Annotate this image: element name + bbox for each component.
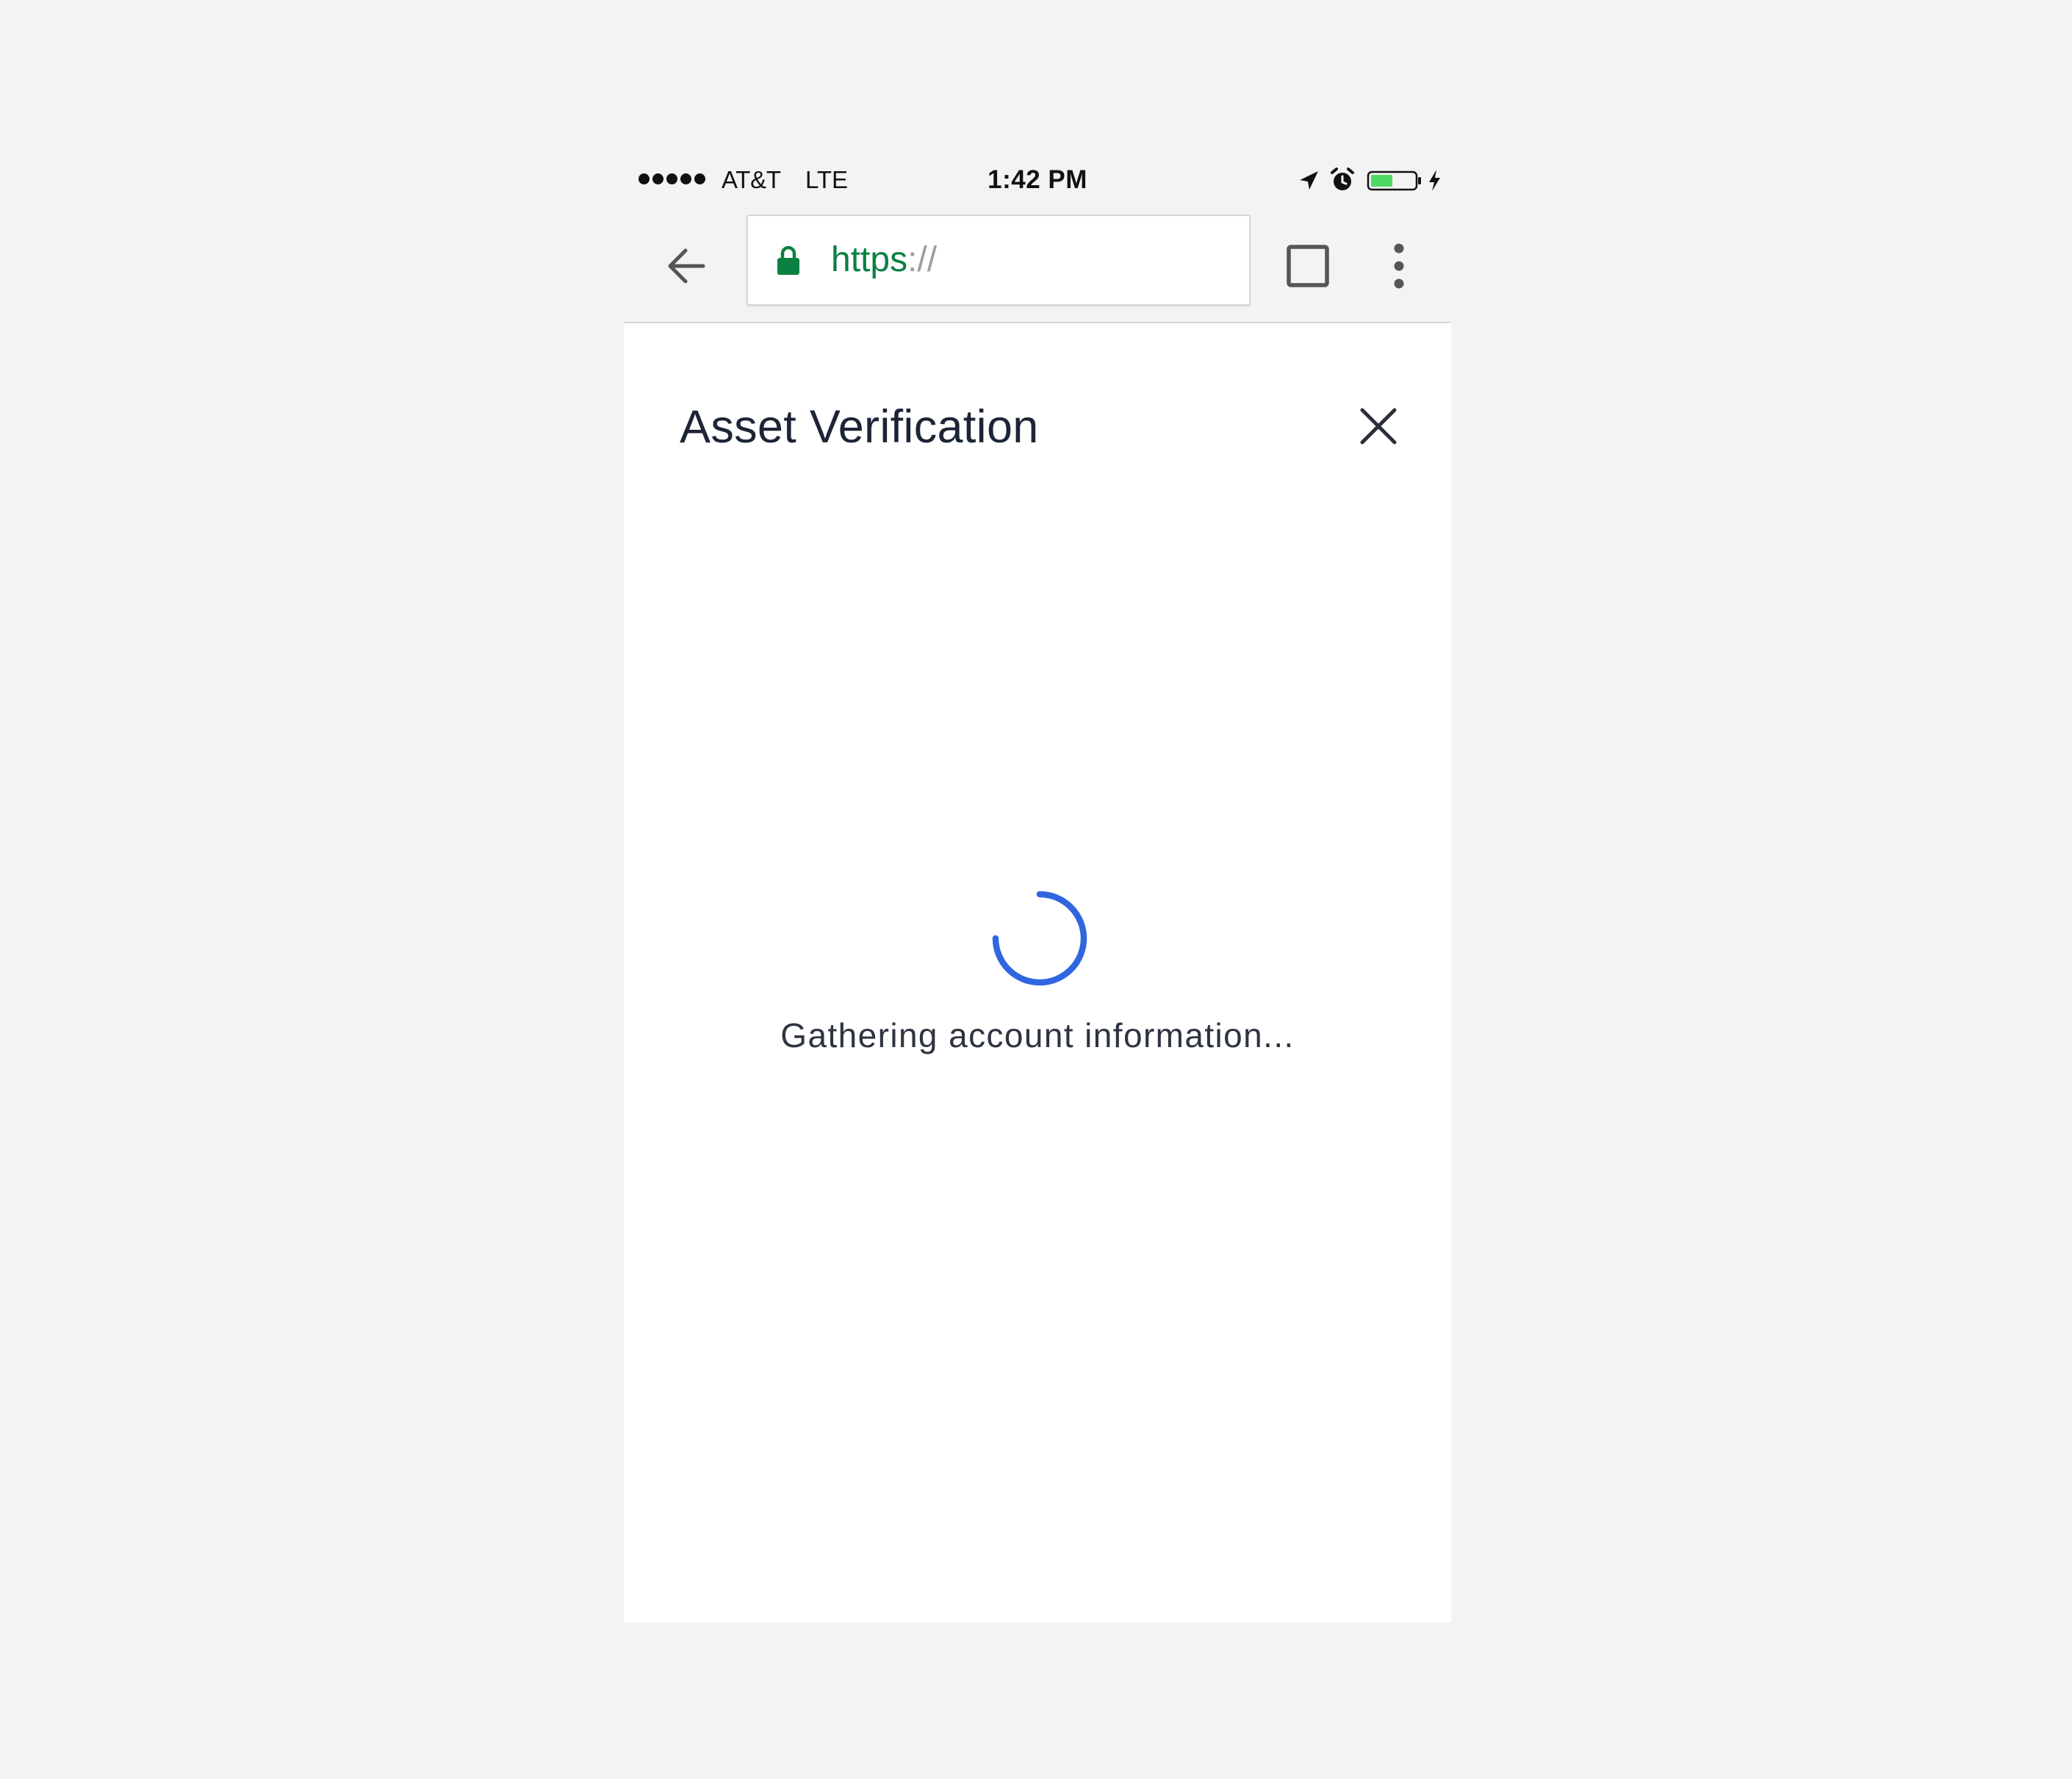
address-bar[interactable]: https://: [747, 215, 1251, 306]
page-title: Asset Verification: [680, 401, 1039, 453]
loading-spinner-icon: [992, 891, 1087, 986]
loading-message: Gathering account information...: [780, 1016, 1295, 1054]
url-scheme: https: [831, 240, 908, 279]
alarm-icon: [1331, 168, 1354, 190]
location-arrow-icon: [1300, 171, 1318, 190]
url-text: https://: [831, 238, 937, 282]
phone-screen: AT&T LTE 1:42 PM https:// Asset Verifica…: [624, 154, 1451, 1622]
overflow-menu-icon[interactable]: [1373, 239, 1425, 293]
browser-toolbar: https://: [624, 208, 1451, 323]
close-icon[interactable]: [1351, 399, 1406, 453]
status-bar: AT&T LTE 1:42 PM: [624, 154, 1451, 208]
battery-icon: [1367, 170, 1421, 191]
lock-icon: [777, 245, 799, 275]
url-separator: ://: [907, 240, 938, 279]
back-arrow-icon[interactable]: [661, 240, 712, 292]
tabs-icon[interactable]: [1284, 242, 1332, 290]
status-time: 1:42 PM: [988, 165, 1087, 194]
charging-bolt-icon: [1429, 170, 1440, 191]
